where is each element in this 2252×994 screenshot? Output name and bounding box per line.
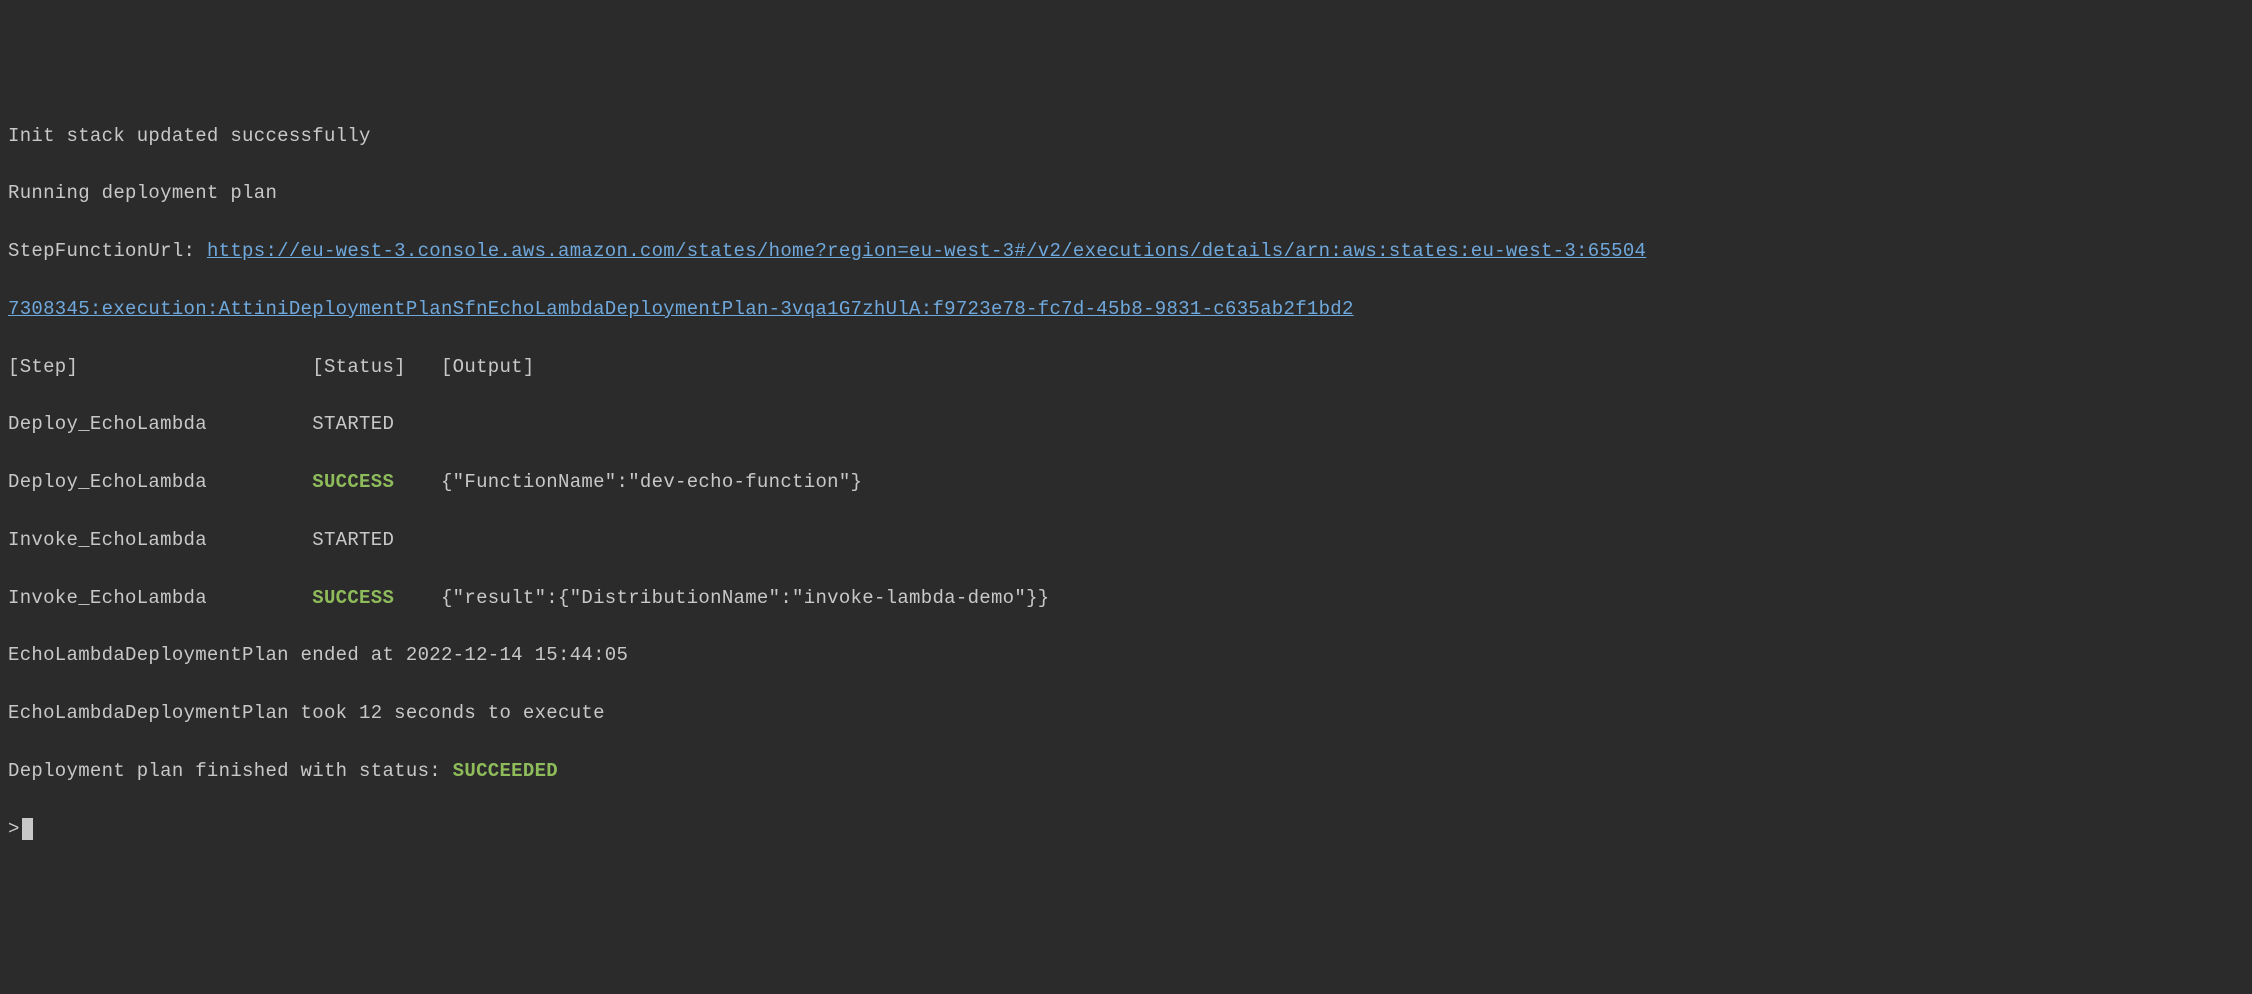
log-line: EchoLambdaDeploymentPlan took 12 seconds… (8, 699, 2244, 728)
status-cell: STARTED (312, 413, 394, 435)
status-cell: STARTED (312, 529, 394, 551)
status-cell: SUCCESS (312, 471, 394, 493)
cursor (22, 818, 33, 840)
status-cell: SUCCESS (312, 587, 394, 609)
table-row: Invoke_EchoLambda STARTED (8, 526, 2244, 555)
prompt-line[interactable]: > (8, 815, 2244, 844)
log-line: Deployment plan finished with status: SU… (8, 757, 2244, 786)
step-cell: Deploy_EchoLambda (8, 413, 312, 435)
step-function-url-link[interactable]: 7308345:execution:AttiniDeploymentPlanSf… (8, 298, 1354, 320)
status-value: SUCCEEDED (453, 760, 558, 782)
output-cell: {"result":{"DistributionName":"invoke-la… (441, 587, 1050, 609)
log-line: Init stack updated successfully (8, 122, 2244, 151)
log-line: StepFunctionUrl: https://eu-west-3.conso… (8, 237, 2244, 266)
step-cell: Invoke_EchoLambda (8, 529, 312, 551)
output-cell: {"FunctionName":"dev-echo-function"} (441, 471, 862, 493)
table-row: Deploy_EchoLambda STARTED (8, 410, 2244, 439)
url-label: StepFunctionUrl: (8, 240, 207, 262)
table-row: Deploy_EchoLambda SUCCESS {"FunctionName… (8, 468, 2244, 497)
step-function-url-link[interactable]: https://eu-west-3.console.aws.amazon.com… (207, 240, 1646, 262)
log-line: Running deployment plan (8, 179, 2244, 208)
step-cell: Deploy_EchoLambda (8, 471, 312, 493)
log-line: 7308345:execution:AttiniDeploymentPlanSf… (8, 295, 2244, 324)
prompt-symbol: > (8, 815, 20, 844)
status-label: Deployment plan finished with status: (8, 760, 453, 782)
table-header: [Step] [Status] [Output] (8, 353, 2244, 382)
table-row: Invoke_EchoLambda SUCCESS {"result":{"Di… (8, 584, 2244, 613)
step-cell: Invoke_EchoLambda (8, 587, 312, 609)
log-line: EchoLambdaDeploymentPlan ended at 2022-1… (8, 641, 2244, 670)
